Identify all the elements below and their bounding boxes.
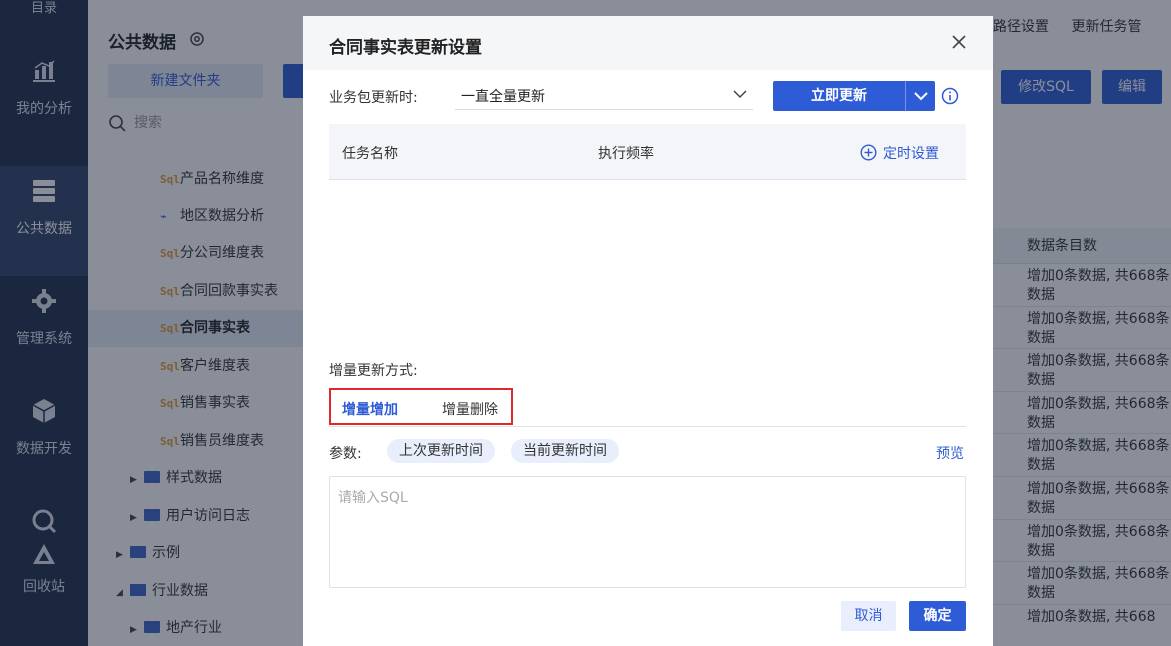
update-now-label: 立即更新	[811, 88, 867, 104]
schedule-settings-label: 定时设置	[883, 146, 939, 162]
dialog-title: 合同事实表更新设置	[329, 38, 482, 58]
info-icon[interactable]	[941, 87, 959, 105]
col-task-name: 任务名称	[342, 146, 398, 162]
incremental-tabs: 增量增加 增量删除	[329, 388, 513, 425]
dialog-header: 合同事实表更新设置	[303, 16, 993, 70]
tab-incremental-add[interactable]: 增量增加	[342, 399, 398, 419]
plus-circle-icon	[860, 144, 877, 161]
chevron-down-icon	[914, 92, 928, 101]
sql-input[interactable]: 请输入SQL	[329, 476, 966, 588]
update-now-button[interactable]: 立即更新	[773, 81, 935, 111]
param-chip-last-update[interactable]: 上次更新时间	[387, 439, 495, 463]
chevron-down-icon	[733, 90, 747, 99]
update-mode-select[interactable]: 一直全量更新	[455, 80, 753, 110]
package-update-label: 业务包更新时:	[329, 90, 418, 106]
update-dropdown-toggle[interactable]	[905, 81, 935, 111]
update-mode-value: 一直全量更新	[461, 89, 545, 105]
update-settings-dialog: 合同事实表更新设置 业务包更新时: 一直全量更新 立即更新 任务名称 执行频率	[303, 16, 993, 646]
preview-link[interactable]: 预览	[936, 443, 964, 463]
task-table-header: 任务名称 执行频率 定时设置	[329, 124, 966, 180]
close-icon[interactable]	[951, 34, 967, 50]
tab-incremental-delete[interactable]: 增量删除	[442, 399, 498, 419]
params-label: 参数:	[329, 446, 362, 462]
schedule-settings-link[interactable]: 定时设置	[860, 143, 939, 163]
param-chip-current-update[interactable]: 当前更新时间	[511, 439, 619, 463]
tabs-divider	[329, 426, 966, 427]
cancel-button[interactable]: 取消	[841, 601, 896, 631]
sql-placeholder: 请输入SQL	[338, 490, 408, 506]
col-frequency: 执行频率	[598, 146, 654, 162]
confirm-button[interactable]: 确定	[909, 601, 966, 631]
incremental-label: 增量更新方式:	[329, 363, 418, 379]
